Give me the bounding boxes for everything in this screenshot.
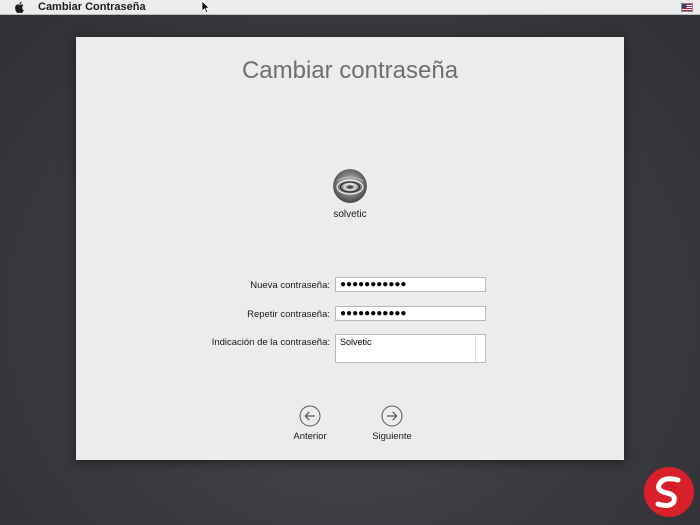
mouse-cursor-icon <box>201 0 211 14</box>
arrow-left-circle-icon <box>299 405 321 427</box>
repeat-password-label: Repetir contraseña: <box>247 309 330 320</box>
menu-bar: Cambiar Contraseña <box>0 0 700 15</box>
repeat-password-field[interactable]: ●●●●●●●●●●● <box>335 306 486 321</box>
menu-app-title[interactable]: Cambiar Contraseña <box>38 1 146 13</box>
back-button[interactable]: Anterior <box>280 405 340 442</box>
arrow-right-circle-icon <box>381 405 403 427</box>
textarea-scrollbar[interactable] <box>475 335 485 362</box>
back-button-label: Anterior <box>293 431 327 442</box>
apple-icon[interactable] <box>15 1 25 13</box>
user-avatar <box>333 169 367 203</box>
new-password-field[interactable]: ●●●●●●●●●●● <box>335 277 486 292</box>
new-password-label: Nueva contraseña: <box>250 280 330 291</box>
password-hint-field[interactable]: Solvetic <box>335 334 486 363</box>
password-hint-label: Indicación de la contraseña: <box>211 337 330 348</box>
next-button-label: Siguiente <box>372 431 412 442</box>
solvetic-logo-icon <box>643 466 695 518</box>
page-title: Cambiar contraseña <box>241 57 459 84</box>
change-password-panel: Cambiar contraseña solvetic Nueva contra… <box>76 37 624 460</box>
username-label: solvetic <box>333 209 367 220</box>
us-flag-icon[interactable] <box>681 3 693 12</box>
password-hint-value: Solvetic <box>340 337 372 347</box>
next-button[interactable]: Siguiente <box>362 405 422 442</box>
